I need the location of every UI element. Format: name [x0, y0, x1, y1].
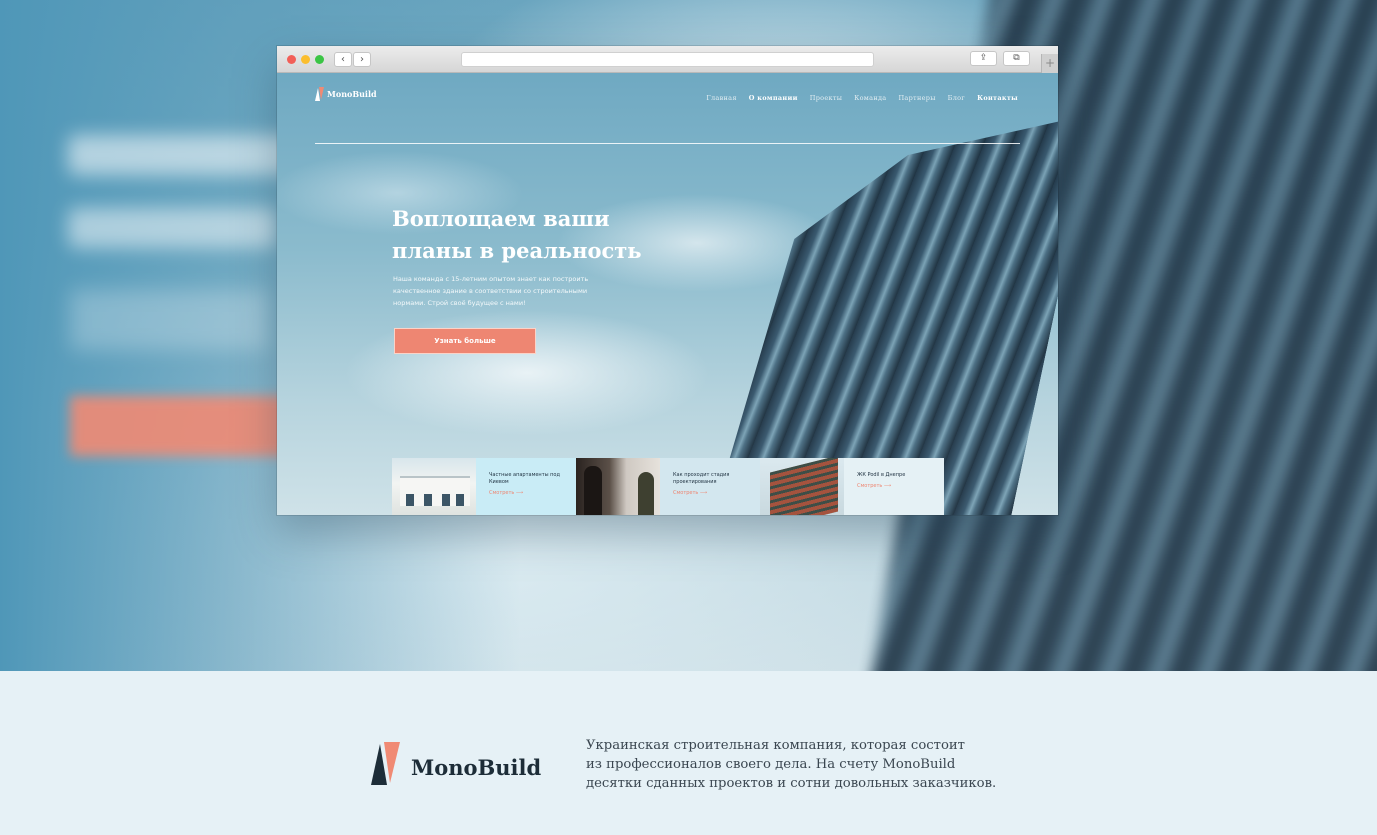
- card-title: ЖК Podil в Днепре: [857, 472, 906, 478]
- nav-divider: [315, 143, 1020, 144]
- background-blurred-text: [70, 290, 270, 350]
- back-arrow-icon[interactable]: ‹: [334, 52, 352, 67]
- card-title: Частные апартаменты под Киевом: [489, 472, 560, 485]
- brand-logo: MonoBuild: [371, 742, 541, 785]
- share-icon[interactable]: ⇪: [970, 51, 997, 66]
- browser-window: ‹ › ⇪ ⧉ + MonoBuild Главная О компании П…: [277, 46, 1058, 515]
- hero-title-line-2: планы в реальность: [392, 238, 642, 263]
- description-line-1: Украинская строительная компания, котора…: [586, 738, 965, 753]
- background-blurred-heading: [68, 135, 298, 175]
- design-meeting-photo: [576, 458, 660, 515]
- company-description: Украинская строительная компания, котора…: [586, 736, 1016, 793]
- forward-arrow-icon[interactable]: ›: [353, 52, 371, 67]
- minimize-window-dot[interactable]: [301, 55, 310, 64]
- nav-item-blog[interactable]: Блог: [948, 94, 965, 102]
- description-line-3: десятки сданных проектов и сотни довольн…: [586, 776, 997, 791]
- hero-title-line-1: Воплощаем ваши: [392, 206, 610, 231]
- site-navigation: Главная О компании Проекты Команда Партн…: [706, 94, 1018, 102]
- maximize-window-dot[interactable]: [315, 55, 324, 64]
- nav-item-projects[interactable]: Проекты: [810, 94, 843, 102]
- card-link[interactable]: Смотреть ⟶: [673, 490, 760, 497]
- brand-logo-text: MonoBuild: [411, 755, 542, 780]
- website-hero: MonoBuild Главная О компании Проекты Ком…: [277, 73, 1058, 515]
- hero-description: Наша команда с 15-летним опытом знает ка…: [393, 275, 589, 307]
- nav-item-team[interactable]: Команда: [854, 94, 886, 102]
- logo-mark-icon: [315, 87, 324, 101]
- apartments-photo: [392, 458, 476, 515]
- background-blurred-heading-2: [68, 208, 278, 248]
- logo-mark-icon: [371, 742, 401, 785]
- project-card[interactable]: Частные апартаменты под Киевом Смотреть …: [392, 458, 576, 515]
- site-logo[interactable]: MonoBuild: [315, 87, 377, 101]
- card-link[interactable]: Смотреть ⟶: [857, 483, 944, 490]
- nav-item-contacts[interactable]: Контакты: [977, 94, 1018, 102]
- address-bar[interactable]: [461, 52, 874, 67]
- background-blurred-button: [70, 396, 310, 456]
- learn-more-button[interactable]: Узнать больше: [394, 328, 536, 354]
- card-title: Как проходит стадия проектирования: [673, 472, 730, 485]
- tabs-icon[interactable]: ⧉: [1003, 51, 1030, 66]
- card-link[interactable]: Смотреть ⟶: [489, 490, 576, 497]
- project-cards: Частные апартаменты под Киевом Смотреть …: [392, 458, 944, 515]
- nav-item-home[interactable]: Главная: [706, 94, 736, 102]
- nav-item-about[interactable]: О компании: [749, 94, 798, 102]
- hero-building-image: [708, 113, 1058, 515]
- site-logo-text: MonoBuild: [327, 89, 377, 99]
- nav-item-partners[interactable]: Партнеры: [898, 94, 935, 102]
- hero-title: Воплощаем ваши планы в реальность: [392, 203, 672, 267]
- close-window-dot[interactable]: [287, 55, 296, 64]
- browser-toolbar: ‹ › ⇪ ⧉ +: [277, 46, 1058, 73]
- project-card[interactable]: Как проходит стадия проектирования Смотр…: [576, 458, 760, 515]
- description-line-2: из профессионалов своего дела. На счету …: [586, 757, 956, 772]
- project-card[interactable]: ЖК Podil в Днепре Смотреть ⟶: [760, 458, 944, 515]
- new-tab-plus-icon[interactable]: +: [1041, 54, 1058, 73]
- residential-complex-photo: [760, 458, 844, 515]
